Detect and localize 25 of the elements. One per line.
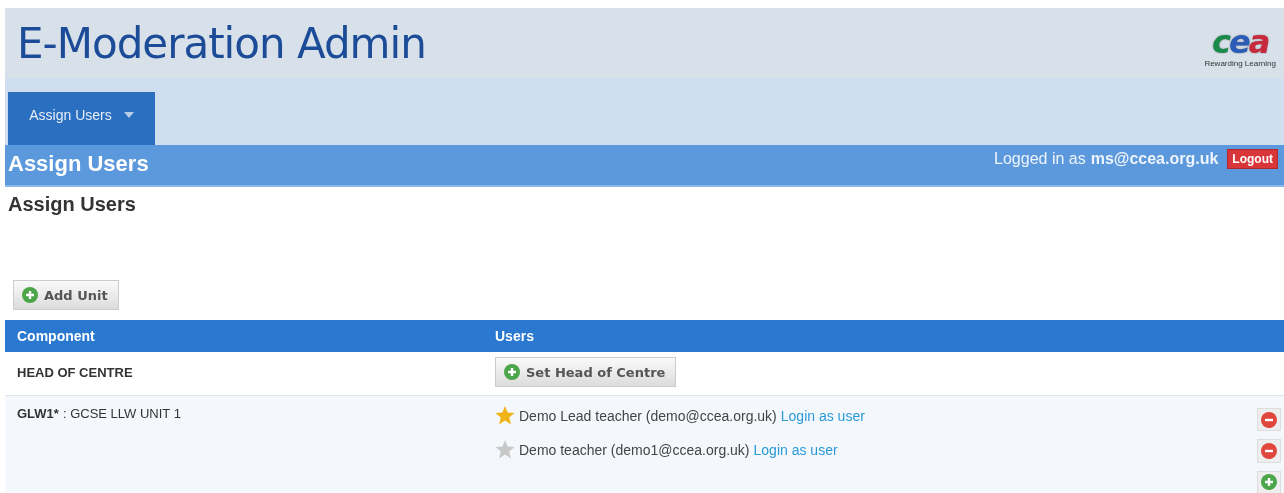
- remove-button[interactable]: [1257, 408, 1281, 432]
- page-heading: Assign Users: [8, 193, 137, 216]
- login-label: Logged in as: [994, 150, 1086, 168]
- unit-name: : GCSE LLW UNIT 1: [62, 406, 181, 421]
- add-user-button[interactable]: [1257, 470, 1281, 493]
- add-unit-button[interactable]: Add Unit: [13, 280, 119, 310]
- user-name: Demo Lead teacher (demo@ccea.org.uk): [519, 408, 777, 424]
- component-cell: HEAD OF CENTRE: [17, 365, 133, 380]
- nav-tab[interactable]: Assign Users: [8, 92, 155, 145]
- plus-icon: [22, 287, 38, 303]
- section-title: Assign Users: [8, 151, 149, 177]
- caret-icon: [123, 112, 134, 118]
- unit-code: GLW1*: [17, 406, 59, 421]
- column-header: Users: [495, 328, 535, 344]
- login-as-user-link[interactable]: Login as user: [753, 442, 838, 458]
- user-email: ms@ccea.org.uk: [1090, 150, 1219, 168]
- login-as-user-link[interactable]: Login as user: [780, 408, 865, 424]
- app-title: E-Moderation Admin: [17, 18, 426, 68]
- remove-button[interactable]: [1257, 439, 1281, 463]
- plus-icon: [504, 364, 520, 380]
- user-name: Demo teacher (demo1@ccea.org.uk): [519, 442, 750, 458]
- logo: cea Rewarding Learning: [1204, 24, 1276, 68]
- logout-button[interactable]: Logout: [1227, 149, 1278, 169]
- set-head-button[interactable]: Set Head of Centre: [495, 357, 677, 387]
- column-header: Component: [16, 328, 96, 344]
